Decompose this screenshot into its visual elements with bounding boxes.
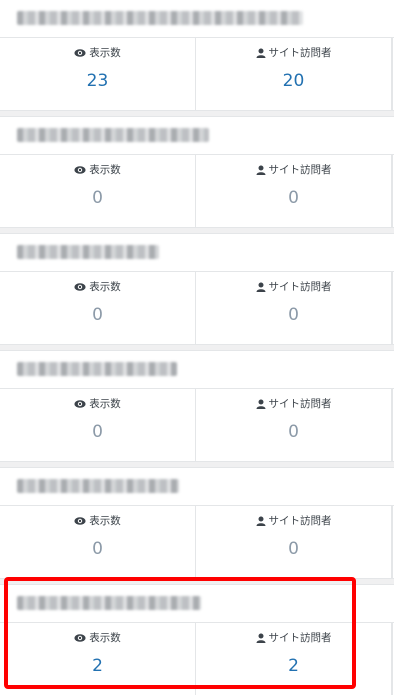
redacted-post-title (17, 245, 159, 259)
visitors-count: 0 (288, 305, 299, 325)
post-stats-row: 表示数 2 サイト訪問者 2 (0, 623, 394, 695)
visitors-stat: サイト訪問者 0 (196, 506, 392, 578)
eye-icon (74, 282, 86, 292)
visitors-stat: サイト訪問者 2 (196, 623, 392, 695)
views-label: 表示数 (89, 398, 121, 410)
post-card[interactable]: 表示数 2 サイト訪問者 2 (0, 585, 394, 699)
post-title-row[interactable] (0, 234, 394, 272)
views-stat: 表示数 0 (0, 155, 196, 227)
views-stat: 表示数 0 (0, 389, 196, 461)
visitors-label-row: サイト訪問者 (196, 630, 391, 645)
person-icon (256, 633, 266, 643)
visitors-count: 2 (288, 656, 299, 676)
visitors-stat: サイト訪問者 0 (196, 272, 392, 344)
views-count: 0 (92, 422, 103, 442)
visitors-stat: サイト訪問者 0 (196, 389, 392, 461)
post-card[interactable]: 表示数 0 サイト訪問者 0 (0, 351, 394, 461)
redacted-post-title (17, 128, 209, 142)
visitors-label: サイト訪問者 (268, 47, 332, 59)
post-title-row[interactable] (0, 351, 394, 389)
person-icon (256, 399, 266, 409)
eye-icon (74, 516, 86, 526)
eye-icon (74, 399, 86, 409)
eye-icon (74, 48, 86, 58)
views-count: 0 (92, 305, 103, 325)
views-label-row: 表示数 (0, 162, 195, 177)
views-count: 23 (86, 71, 109, 91)
post-card[interactable]: 表示数 23 サイト訪問者 20 (0, 0, 394, 110)
views-count: 0 (92, 539, 103, 559)
visitors-label: サイト訪問者 (268, 281, 332, 293)
visitors-stat: サイト訪問者 0 (196, 155, 392, 227)
redacted-post-title (17, 596, 201, 610)
person-icon (256, 48, 266, 58)
post-title-row[interactable] (0, 585, 394, 623)
eye-icon (74, 165, 86, 175)
post-card[interactable]: 表示数 0 サイト訪問者 0 (0, 117, 394, 227)
post-card[interactable]: 表示数 0 サイト訪問者 0 (0, 468, 394, 578)
card-separator (0, 110, 394, 117)
views-label: 表示数 (89, 281, 121, 293)
views-count: 2 (92, 656, 103, 676)
visitors-stat: サイト訪問者 20 (196, 38, 392, 110)
person-icon (256, 282, 266, 292)
views-label: 表示数 (89, 164, 121, 176)
views-label-row: 表示数 (0, 396, 195, 411)
post-title-row[interactable] (0, 117, 394, 155)
visitors-count: 0 (288, 539, 299, 559)
visitors-count: 0 (288, 188, 299, 208)
post-title-row[interactable] (0, 0, 394, 38)
post-card[interactable]: 表示数 0 サイト訪問者 0 (0, 234, 394, 344)
visitors-label-row: サイト訪問者 (196, 279, 391, 294)
visitors-label: サイト訪問者 (268, 164, 332, 176)
views-stat: 表示数 23 (0, 38, 196, 110)
views-label: 表示数 (89, 47, 121, 59)
views-label-row: 表示数 (0, 630, 195, 645)
views-label: 表示数 (89, 515, 121, 527)
redacted-post-title (17, 11, 303, 25)
person-icon (256, 165, 266, 175)
views-label-row: 表示数 (0, 513, 195, 528)
eye-icon (74, 633, 86, 643)
views-label-row: 表示数 (0, 279, 195, 294)
views-stat: 表示数 0 (0, 506, 196, 578)
visitors-label-row: サイト訪問者 (196, 162, 391, 177)
card-separator (0, 344, 394, 351)
views-label: 表示数 (89, 632, 121, 644)
post-stats-row: 表示数 0 サイト訪問者 0 (0, 272, 394, 344)
views-stat: 表示数 2 (0, 623, 196, 695)
visitors-label-row: サイト訪問者 (196, 513, 391, 528)
post-stats-row: 表示数 0 サイト訪問者 0 (0, 506, 394, 578)
views-stat: 表示数 0 (0, 272, 196, 344)
post-stats-row: 表示数 0 サイト訪問者 0 (0, 155, 394, 227)
visitors-label: サイト訪問者 (268, 515, 332, 527)
visitors-label: サイト訪問者 (268, 632, 332, 644)
card-separator (0, 227, 394, 234)
post-title-row[interactable] (0, 468, 394, 506)
visitors-count: 20 (282, 71, 305, 91)
views-label-row: 表示数 (0, 45, 195, 60)
post-stats-row: 表示数 23 サイト訪問者 20 (0, 38, 394, 110)
visitors-label: サイト訪問者 (268, 398, 332, 410)
visitors-count: 0 (288, 422, 299, 442)
card-separator (0, 578, 394, 585)
visitors-label-row: サイト訪問者 (196, 45, 391, 60)
person-icon (256, 516, 266, 526)
views-count: 0 (92, 188, 103, 208)
redacted-post-title (17, 479, 179, 493)
visitors-label-row: サイト訪問者 (196, 396, 391, 411)
card-separator (0, 461, 394, 468)
redacted-post-title (17, 362, 177, 376)
post-stats-row: 表示数 0 サイト訪問者 0 (0, 389, 394, 461)
